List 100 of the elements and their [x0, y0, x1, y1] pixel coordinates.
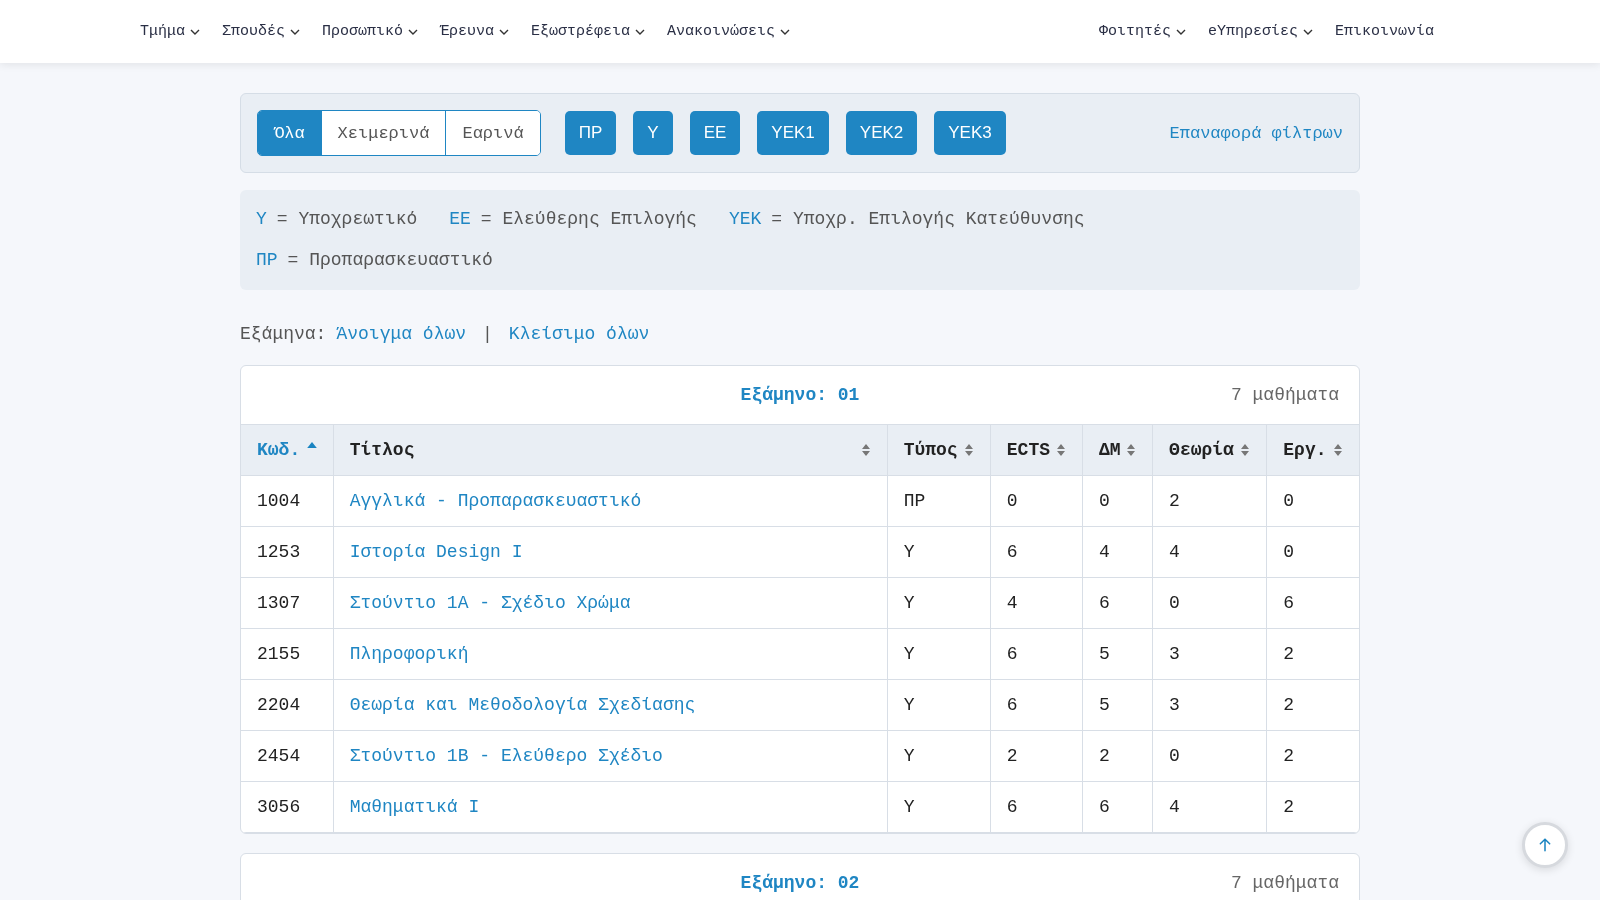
- chevron-down-icon: [408, 28, 419, 35]
- course-title-link[interactable]: Στούντιο 1Α - Σχέδιο Χρώμα: [333, 577, 888, 629]
- table-cell: 1307: [241, 577, 334, 629]
- nav-link[interactable]: Έρευνα: [440, 23, 510, 40]
- course-title-link[interactable]: Πληροφορική: [333, 628, 888, 680]
- chevron-down-icon: [499, 28, 510, 35]
- table-cell: 0: [1152, 730, 1267, 782]
- legend-text: = Υποχρ. Επιλογής Κατεύθυνσης: [771, 208, 1085, 231]
- table-cell: 0: [1266, 475, 1359, 527]
- table-cell: 6: [1266, 577, 1359, 629]
- season-filter-button[interactable]: Εαρινά: [445, 111, 540, 155]
- type-filter-button[interactable]: ΠΡ: [564, 111, 617, 155]
- legend-key: ΥΕΚ: [728, 199, 762, 240]
- sort-icon: [1055, 443, 1066, 457]
- chevron-down-icon: [635, 28, 646, 35]
- sort-icon: [860, 443, 871, 457]
- course-title-link[interactable]: Ιστορία Design I: [333, 526, 888, 578]
- column-header[interactable]: Τύπος: [887, 424, 991, 476]
- chevron-down-icon: [1175, 28, 1186, 35]
- type-filter-button[interactable]: Υ: [633, 111, 673, 155]
- table-cell: 2: [1266, 628, 1359, 680]
- open-all-link[interactable]: Άνοιγμα όλων: [336, 323, 467, 345]
- chevron-down-icon: [780, 28, 791, 35]
- nav-link[interactable]: Επικοινωνία: [1334, 23, 1434, 40]
- nav-link[interactable]: Ανακοινώσεις: [667, 23, 791, 40]
- table-cell: 2: [1266, 781, 1359, 833]
- table-cell: 0: [1082, 475, 1153, 527]
- nav-link[interactable]: Τμήμα: [140, 23, 200, 40]
- sort-ascending-icon: [306, 442, 317, 448]
- table-cell: 2: [1082, 730, 1153, 782]
- close-all-link[interactable]: Κλείσιμο όλων: [508, 323, 650, 345]
- table-cell: 4: [1152, 526, 1267, 578]
- table-cell: 0: [1152, 577, 1267, 629]
- table-cell: Υ: [887, 526, 991, 578]
- legend-key: ΕΕ: [449, 199, 471, 240]
- table-cell: ΠΡ: [887, 475, 991, 527]
- type-filter-button[interactable]: ΥΕΚ3: [934, 111, 1006, 155]
- season-filter-button[interactable]: Χειμερινά: [320, 111, 446, 155]
- table-cell: 6: [990, 679, 1083, 731]
- nav-link[interactable]: Προσωπικό: [322, 23, 419, 40]
- type-filter-button[interactable]: ΥΕΚ1: [757, 111, 829, 155]
- course-title-link[interactable]: Θεωρία και Μεθοδολογία Σχεδίασης: [333, 679, 888, 731]
- table-cell: 0: [990, 475, 1083, 527]
- table-cell: 3: [1152, 628, 1267, 680]
- semester-title[interactable]: Εξάμηνο: 02: [740, 873, 860, 893]
- table-cell: 2454: [241, 730, 334, 782]
- sort-icon: [1240, 443, 1251, 457]
- legend-text: = Ελεύθερης Επιλογής: [480, 208, 697, 231]
- chevron-down-icon: [1302, 28, 1313, 35]
- type-filter-button[interactable]: ΕΕ: [689, 111, 741, 155]
- nav-link[interactable]: eΥπηρεσίες: [1207, 23, 1313, 40]
- table-cell: 6: [1082, 781, 1153, 833]
- table-cell: 4: [1082, 526, 1153, 578]
- reset-filters-link[interactable]: Επαναφορά φίλτρων: [1169, 123, 1343, 143]
- course-title-link[interactable]: Στούντιο 1Β - Ελεύθερο Σχέδιο: [333, 730, 888, 782]
- table-cell: 4: [1152, 781, 1267, 833]
- table-cell: 2155: [241, 628, 334, 680]
- chevron-down-icon: [290, 28, 301, 35]
- course-title-link[interactable]: Μαθηματικά Ι: [333, 781, 888, 833]
- table-cell: 5: [1082, 679, 1153, 731]
- table-cell: 2: [990, 730, 1083, 782]
- table-cell: Υ: [887, 730, 991, 782]
- table-cell: 6: [990, 526, 1083, 578]
- table-cell: 3: [1152, 679, 1267, 731]
- legend-key: ΠΡ: [256, 240, 278, 281]
- column-header[interactable]: ECTS: [990, 424, 1083, 476]
- table-cell: 6: [990, 781, 1083, 833]
- column-header[interactable]: Κωδ.: [241, 424, 334, 476]
- column-header[interactable]: Θεωρία: [1152, 424, 1267, 476]
- legend-key: Υ: [256, 199, 267, 240]
- table-cell: 6: [1082, 577, 1153, 629]
- table-cell: 1004: [241, 475, 334, 527]
- legend-text: = Υποχρεωτικό: [276, 208, 418, 231]
- type-filter-button[interactable]: ΥΕΚ2: [845, 111, 918, 155]
- semester-title[interactable]: Εξάμηνο: 01: [740, 385, 860, 405]
- nav-link[interactable]: Σπουδές: [222, 23, 301, 40]
- scroll-to-top-button[interactable]: [1522, 822, 1568, 868]
- column-header[interactable]: ΔΜ: [1082, 424, 1153, 476]
- chevron-down-icon: [190, 28, 200, 35]
- table-cell: 2: [1266, 730, 1359, 782]
- table-cell: Υ: [887, 679, 991, 731]
- course-count: 7 μαθήματα: [1230, 873, 1339, 893]
- column-header[interactable]: Τίτλος: [333, 424, 888, 476]
- table-cell: 6: [990, 628, 1083, 680]
- table-cell: Υ: [887, 577, 991, 629]
- table-cell: 1253: [241, 526, 334, 578]
- table-cell: 2204: [241, 679, 334, 731]
- table-cell: 4: [990, 577, 1083, 629]
- course-title-link[interactable]: Αγγλικά - Προπαρασκευαστικό: [333, 475, 888, 527]
- sort-icon: [963, 443, 974, 457]
- separator-text: |: [482, 323, 493, 345]
- column-header[interactable]: Εργ.: [1266, 424, 1359, 476]
- semesters-label: Εξάμηνα:: [240, 323, 327, 345]
- nav-link[interactable]: Φοιτητές: [1098, 23, 1186, 40]
- table-cell: 5: [1082, 628, 1153, 680]
- course-count: 7 μαθήματα: [1230, 385, 1339, 405]
- nav-link[interactable]: Εξωστρέφεια: [531, 23, 646, 40]
- table-cell: 0: [1266, 526, 1359, 578]
- season-filter-button[interactable]: Όλα: [258, 111, 321, 155]
- table-cell: 2: [1266, 679, 1359, 731]
